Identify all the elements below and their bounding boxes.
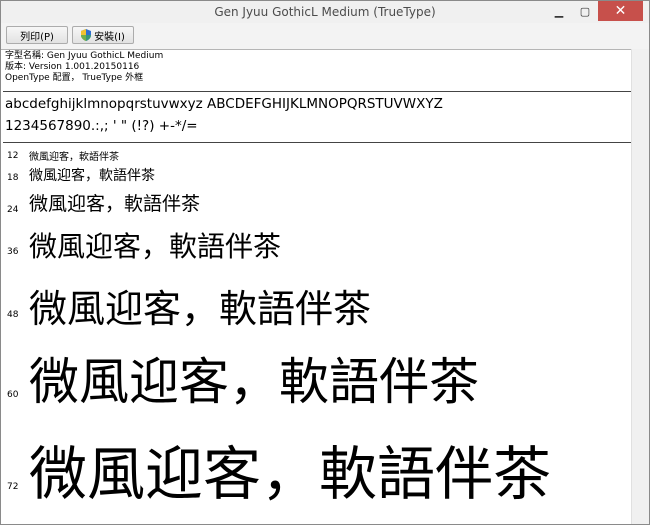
minimize-icon: ▁: [554, 4, 564, 18]
print-button[interactable]: 列印(P): [6, 26, 68, 44]
font-version: 版本: Version 1.001.20150116: [5, 62, 140, 72]
close-icon: ✕: [614, 3, 627, 19]
minimize-button[interactable]: ▁: [546, 1, 572, 21]
divider: [3, 91, 645, 92]
shield-icon: [81, 29, 92, 41]
vertical-scrollbar[interactable]: [631, 49, 649, 524]
size-label: 48: [7, 310, 19, 320]
maximize-icon: ▢: [579, 4, 591, 18]
title-bar[interactable]: Gen Jyuu GothicL Medium (TrueType) ▁ ▢ ✕: [1, 1, 649, 24]
preview-text: 微風迎客，軟語伴茶: [29, 287, 372, 331]
size-label: 60: [7, 390, 19, 400]
preview-text: 微風迎客，軟語伴茶: [29, 168, 155, 184]
font-type: OpenType 配置， TrueType 外框: [5, 73, 144, 83]
divider: [3, 142, 645, 143]
preview-text: 微風迎客，軟語伴茶: [29, 152, 119, 163]
preview-text: 微風迎客，軟語伴茶: [29, 230, 282, 263]
install-button-label: 安裝(I): [94, 31, 125, 43]
preview-text: 微風迎客，軟語伴茶: [29, 193, 201, 215]
window-controls: ▁ ▢ ✕: [546, 1, 643, 21]
alphabet-sample: abcdefghijklmnopqrstuvwxyz ABCDEFGHIJKLM…: [5, 96, 443, 112]
digits-sample: 1234567890.:,; ' " (!?) +-*/=: [5, 118, 198, 134]
toolbar: 列印(P) 安裝(I): [1, 23, 649, 50]
size-label: 24: [7, 205, 19, 215]
preview-text: 微風迎客，軟語伴茶: [29, 440, 552, 508]
font-viewer-window: Gen Jyuu GothicL Medium (TrueType) ▁ ▢ ✕…: [0, 0, 650, 525]
close-button[interactable]: ✕: [598, 1, 643, 21]
font-info: 字型名稱: Gen Jyuu GothicL Medium 版本: Versio…: [5, 51, 163, 84]
size-label: 12: [7, 151, 19, 161]
size-label: 36: [7, 247, 19, 257]
maximize-button[interactable]: ▢: [572, 1, 598, 21]
print-button-label: 列印(P): [20, 31, 54, 43]
size-label: 72: [7, 482, 19, 492]
preview-text: 微風迎客，軟語伴茶: [29, 353, 479, 411]
install-button[interactable]: 安裝(I): [72, 26, 134, 44]
size-label: 18: [7, 173, 19, 183]
font-name: 字型名稱: Gen Jyuu GothicL Medium: [5, 51, 164, 61]
